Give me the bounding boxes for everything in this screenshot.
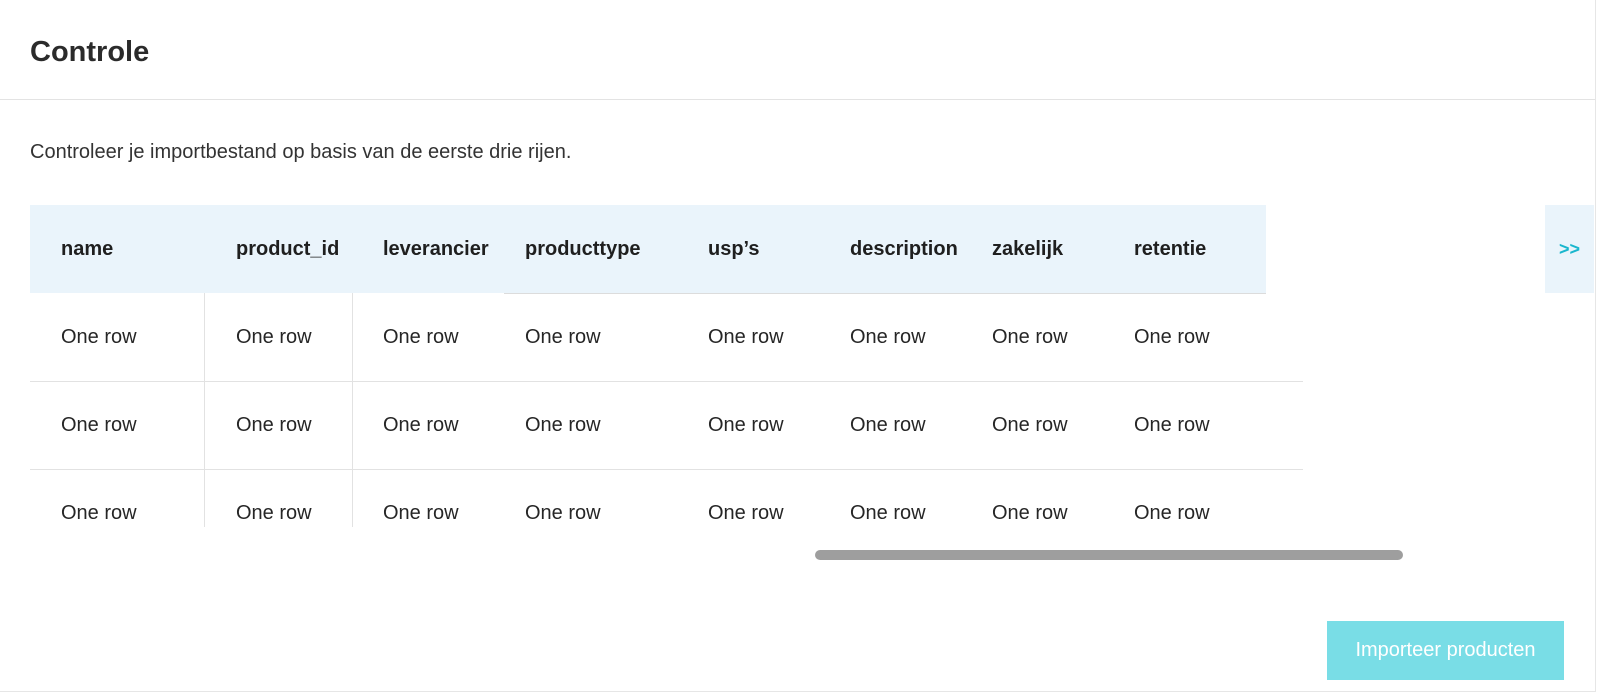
table-cell: One row <box>708 414 784 436</box>
intro-text: Controleer je importbestand op basis van… <box>30 141 572 163</box>
table-cell: One row <box>525 326 601 348</box>
column-header-zakelijk: zakelijk <box>992 238 1064 260</box>
table-cell: One row <box>383 502 459 524</box>
column-header-usps: usp’s <box>708 238 760 260</box>
column-header-name: name <box>61 238 114 260</box>
column-divider <box>204 293 205 527</box>
row-divider <box>30 381 1303 382</box>
table-cell: One row <box>708 502 784 524</box>
table-cell: One row <box>525 414 601 436</box>
table-cell: One row <box>850 502 926 524</box>
table-cell: One row <box>383 414 459 436</box>
import-products-button[interactable]: Importeer producten <box>1327 621 1564 680</box>
table-cell: One row <box>236 326 312 348</box>
table-cell: One row <box>525 502 601 524</box>
column-header-leverancier: leverancier <box>383 238 489 260</box>
table-cell: One row <box>61 326 137 348</box>
table-cell: One row <box>236 414 312 436</box>
table-cell: One row <box>1134 502 1210 524</box>
table-cell: One row <box>1134 414 1210 436</box>
table-cell: One row <box>61 502 137 524</box>
table-cell: One row <box>61 414 137 436</box>
column-header-retentie: retentie <box>1134 238 1207 260</box>
column-header-product-id: product_id <box>236 238 340 260</box>
table-cell: One row <box>850 326 926 348</box>
row-divider <box>30 469 1303 470</box>
table-header-row <box>30 205 1266 293</box>
table-cell: One row <box>992 326 1068 348</box>
table-cell: One row <box>992 414 1068 436</box>
column-header-producttype: producttype <box>525 238 641 260</box>
column-divider <box>352 293 353 527</box>
table-cell: One row <box>992 502 1068 524</box>
scroll-right-button[interactable]: >> <box>1545 205 1594 293</box>
preview-table: name product_id leverancier producttype … <box>30 205 1595 527</box>
table-cell: One row <box>236 502 312 524</box>
table-cell: One row <box>708 326 784 348</box>
page-title: Controle <box>30 36 150 68</box>
column-header-description: description <box>850 238 958 260</box>
import-check-panel: Controle Controleer je importbestand op … <box>0 0 1596 692</box>
table-cell: One row <box>383 326 459 348</box>
panel-header: Controle <box>0 0 1595 100</box>
scrollbar-thumb[interactable] <box>815 550 1403 560</box>
table-cell: One row <box>1134 326 1210 348</box>
table-cell: One row <box>850 414 926 436</box>
horizontal-scrollbar[interactable] <box>30 550 1403 560</box>
